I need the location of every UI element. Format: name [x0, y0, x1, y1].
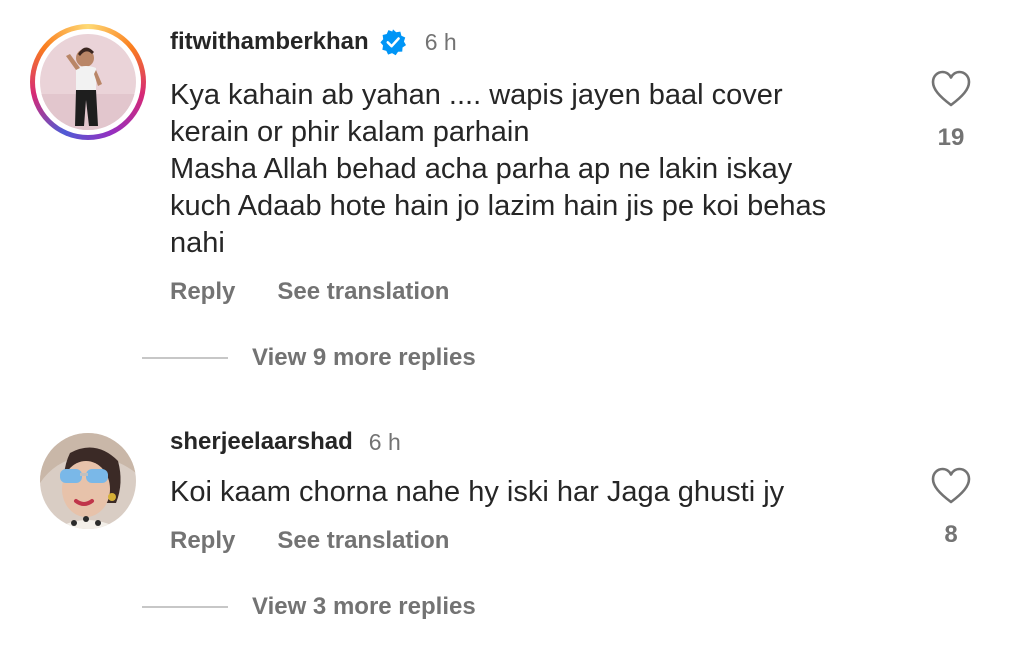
comment-line: Kya kahain ab yahan .... wapis jayen baa… — [170, 79, 783, 111]
comment-actions: Reply See translation — [170, 278, 449, 306]
heart-icon[interactable] — [931, 467, 971, 505]
heart-icon[interactable] — [931, 70, 971, 108]
avatar-photo-icon — [40, 433, 136, 529]
avatar-photo-icon — [40, 34, 136, 130]
view-replies-button[interactable]: View 9 more replies — [142, 344, 476, 372]
divider-line — [142, 357, 228, 359]
comment-line: kerain or phir kalam parhain — [170, 116, 530, 148]
like-count: 19 — [937, 124, 965, 151]
view-replies-button[interactable]: View 3 more replies — [142, 593, 476, 621]
comment-time: 6 h — [424, 28, 457, 55]
comment-actions: Reply See translation — [170, 527, 449, 555]
username[interactable]: fitwithamberkhan — [170, 28, 369, 56]
avatar[interactable] — [40, 34, 136, 130]
username[interactable]: sherjeelaarshad — [170, 428, 353, 456]
like-control: 8 — [921, 467, 981, 549]
view-replies-label[interactable]: View 9 more replies — [252, 344, 476, 372]
comment-time: 6 h — [368, 428, 401, 455]
verified-badge-icon — [380, 29, 406, 56]
like-count: 8 — [944, 521, 958, 548]
see-translation-button[interactable]: See translation — [277, 278, 449, 306]
reply-button[interactable]: Reply — [170, 527, 235, 555]
avatar[interactable] — [40, 433, 136, 529]
view-replies-label[interactable]: View 3 more replies — [252, 593, 476, 621]
comment-header: fitwithamberkhan 6 h — [170, 28, 457, 56]
comment-text: Kya kahain ab yahan .... wapis jayen baa… — [170, 77, 890, 262]
see-translation-button[interactable]: See translation — [277, 527, 449, 555]
comments-page: fitwithamberkhan 6 h Kya kahain ab yahan… — [0, 0, 1024, 667]
reply-button[interactable]: Reply — [170, 278, 235, 306]
like-control: 19 — [921, 70, 981, 152]
story-ring[interactable] — [30, 24, 146, 140]
comment-line: Masha Allah behad acha parha ap ne lakin… — [170, 153, 793, 185]
divider-line — [142, 606, 228, 608]
comment-item: fitwithamberkhan 6 h Kya kahain ab yahan… — [0, 0, 1024, 390]
comment-header: sherjeelaarshad 6 h — [170, 428, 401, 456]
comment-line: kuch Adaab hote hain jo lazim hain jis p… — [170, 190, 827, 222]
comment-line: nahi — [170, 227, 225, 259]
comment-item: sherjeelaarshad 6 h Koi kaam chorna nahe… — [0, 390, 1024, 667]
comment-text: Koi kaam chorna nahe hy iski har Jaga gh… — [170, 474, 890, 511]
comment-line: Koi kaam chorna nahe hy iski har Jaga gh… — [170, 476, 785, 508]
